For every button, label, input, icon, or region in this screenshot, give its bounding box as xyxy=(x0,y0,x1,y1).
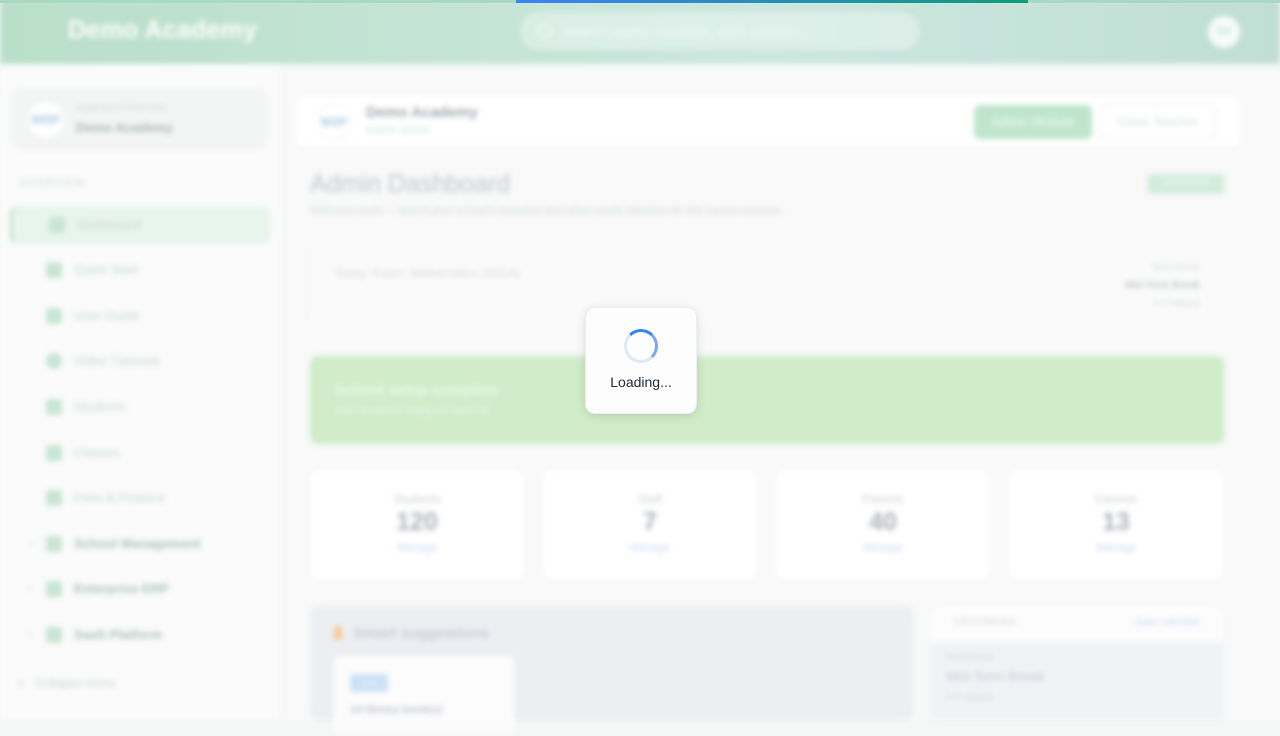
loading-dialog: Loading... xyxy=(585,307,697,414)
page-progress-bar xyxy=(0,0,1280,3)
spinner-icon xyxy=(624,329,658,363)
loading-text: Loading... xyxy=(610,374,672,390)
page-progress-fill xyxy=(516,0,1028,3)
